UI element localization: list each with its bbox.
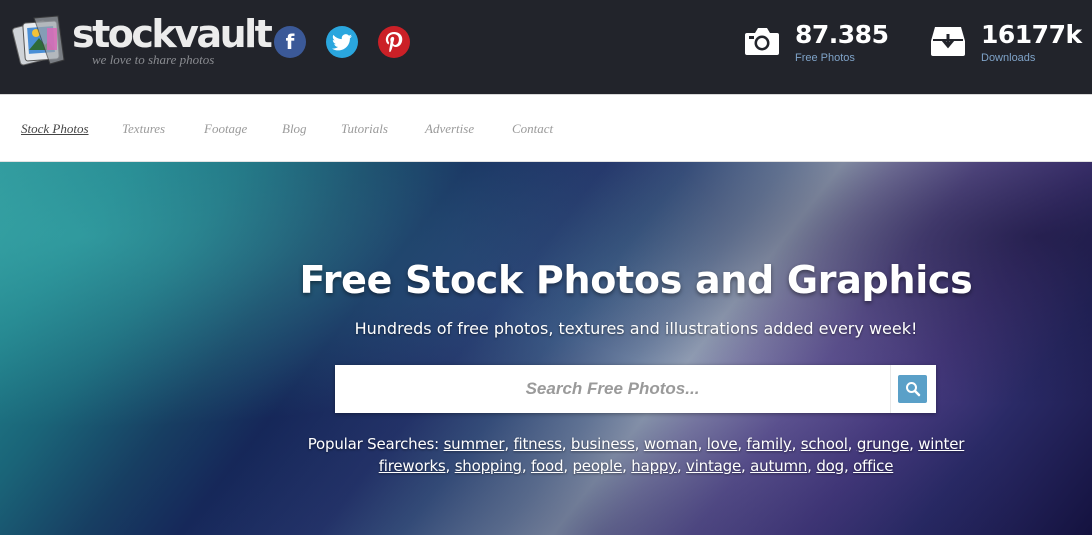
pinterest-icon[interactable] (378, 26, 410, 58)
nav-item-advertise[interactable]: Advertise (425, 121, 474, 137)
search-input[interactable] (335, 365, 890, 413)
popular-term-dog[interactable]: dog (816, 457, 844, 475)
logo-wordmark: stockvault (72, 12, 273, 56)
download-count: 16177k (981, 20, 1082, 49)
main-nav: Stock Photos Textures Footage Blog Tutor… (0, 94, 1092, 162)
search-button[interactable] (898, 375, 927, 403)
nav-item-contact[interactable]: Contact (512, 121, 553, 137)
popular-term-love[interactable]: love (707, 435, 738, 453)
popular-term-school[interactable]: school (801, 435, 848, 453)
popular-term-family[interactable]: family (747, 435, 792, 453)
nav-item-textures[interactable]: Textures (122, 121, 165, 137)
photo-count-label: Free Photos (795, 52, 855, 64)
hero-title: Free Stock Photos and Graphics (299, 258, 973, 302)
popular-term-people[interactable]: people (572, 457, 622, 475)
popular-searches: Popular Searches: summer, fitness, busin… (307, 435, 965, 475)
hero-background-texture (0, 162, 1092, 535)
twitter-icon[interactable] (326, 26, 358, 58)
popular-searches-label: Popular Searches: (307, 435, 439, 453)
photo-count: 87.385 (795, 20, 889, 49)
hero-subtitle: Hundreds of free photos, textures and il… (354, 319, 918, 338)
popular-term-grunge[interactable]: grunge (857, 435, 909, 453)
camera-icon (745, 28, 779, 55)
popular-term-woman[interactable]: woman (644, 435, 698, 453)
popular-term-happy[interactable]: happy (631, 457, 677, 475)
popular-term-vintage[interactable]: vintage (686, 457, 741, 475)
nav-item-blog[interactable]: Blog (282, 121, 307, 137)
popular-term-business[interactable]: business (571, 435, 635, 453)
magnifier-icon (905, 382, 920, 397)
popular-term-summer[interactable]: summer (444, 435, 505, 453)
popular-term-autumn[interactable]: autumn (750, 457, 807, 475)
popular-term-food[interactable]: food (531, 457, 564, 475)
top-bar: stockvault we love to share photos f 87.… (0, 0, 1092, 94)
popular-term-fireworks[interactable]: fireworks (379, 457, 446, 475)
popular-term-winter[interactable]: winter (918, 435, 964, 453)
popular-term-office[interactable]: office (853, 457, 893, 475)
nav-item-stock-photos[interactable]: Stock Photos (21, 121, 89, 137)
nav-item-footage[interactable]: Footage (204, 121, 247, 137)
facebook-icon[interactable]: f (274, 26, 306, 58)
download-count-label: Downloads (981, 52, 1036, 64)
search-divider (890, 365, 891, 413)
logo[interactable]: stockvault we love to share photos (12, 12, 273, 70)
download-box-icon (931, 27, 965, 56)
popular-term-fitness[interactable]: fitness (513, 435, 561, 453)
search-box (335, 365, 936, 413)
nav-item-tutorials[interactable]: Tutorials (341, 121, 388, 137)
hero-banner: Free Stock Photos and Graphics Hundreds … (0, 162, 1092, 535)
photo-stack-logo-icon (12, 15, 65, 66)
popular-term-shopping[interactable]: shopping (455, 457, 522, 475)
